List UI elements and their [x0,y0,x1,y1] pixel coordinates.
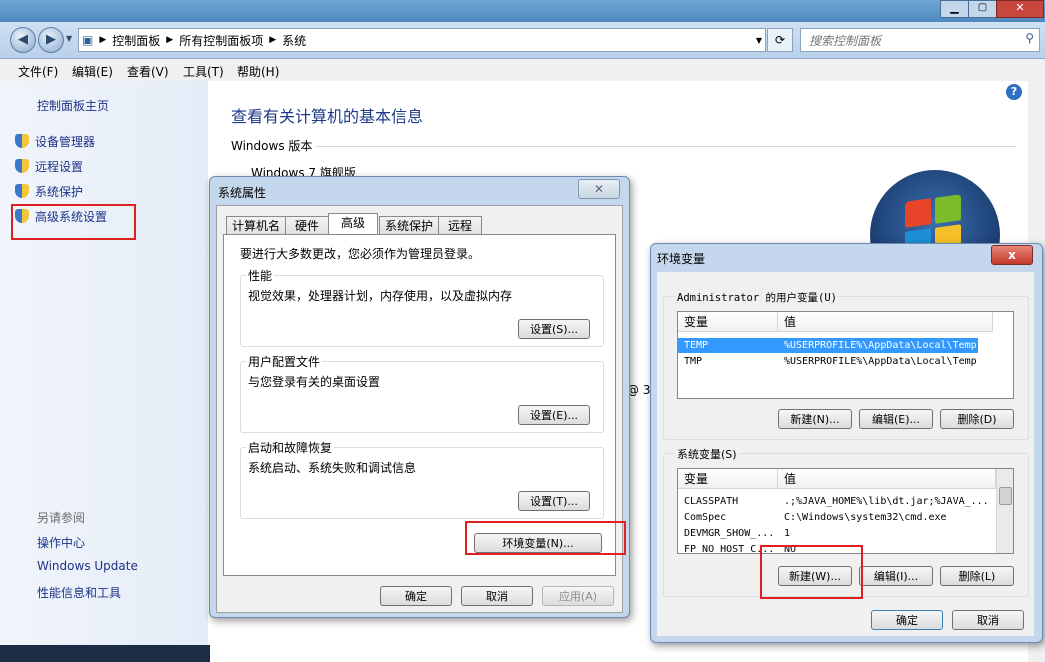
tab-remote[interactable]: 远程 [438,216,482,235]
apply-button[interactable]: 应用(A) [542,586,614,606]
table-row[interactable]: DEVMGR_SHOW_... 1 [678,526,996,541]
close-button[interactable]: x [991,245,1033,265]
table-row[interactable]: ComSpec C:\Windows\system32\cmd.exe [678,510,996,525]
forward-button[interactable]: ▶ [38,27,64,53]
user-profiles-desc: 与您登录有关的桌面设置 [248,375,381,389]
breadcrumb-separator: ▶ [99,35,107,45]
control-panel-home-link[interactable]: 控制面板主页 [37,97,109,114]
divider [316,146,1016,147]
menu-file[interactable]: 文件(F) [18,63,58,80]
action-center-link[interactable]: 操作中心 [37,534,85,551]
system-variables-list[interactable]: 变量 值 CLASSPATH .;%JAVA_HOME%\lib\dt.jar;… [677,468,1014,554]
search-input[interactable] [807,31,1011,51]
search-box: ⚲ [800,28,1040,52]
edition-heading: Windows 版本 [231,139,313,153]
dialog-title: 环境变量 [657,252,706,266]
dialog-title: 系统属性 [218,186,267,200]
back-arrow-icon: ◀ [18,32,28,47]
scrollbar-thumb[interactable] [999,487,1012,505]
menu-edit[interactable]: 编辑(E) [72,63,113,80]
close-icon: ✕ [593,182,605,196]
page-title: 查看有关计算机的基本信息 [231,107,424,126]
help-icon[interactable]: ? [1006,84,1022,100]
taskbar-fragment [0,645,210,662]
startup-recovery-label: 启动和故障恢复 [246,439,335,456]
menu-view[interactable]: 查看(V) [127,63,169,80]
search-icon[interactable]: ⚲ [1025,31,1034,45]
partial-cpu-text: @ 3 [627,383,651,397]
shield-icon [15,159,29,173]
see-also-title: 另请参阅 [37,511,86,525]
refresh-icon: ⟳ [774,33,786,47]
cancel-button[interactable]: 取消 [952,610,1024,630]
window-titlebar: ▁ ▢ ✕ [0,0,1045,22]
remote-settings-link[interactable]: 远程设置 [15,158,83,175]
performance-info-link[interactable]: 性能信息和工具 [37,584,121,601]
close-button[interactable]: ✕ [578,179,620,199]
column-header-variable[interactable]: 变量 [678,469,778,489]
breadcrumb-control-panel[interactable]: 控制面板 [109,32,163,49]
system-delete-button[interactable]: 删除(L) [940,566,1014,586]
system-variables-label: 系统变量(S) [675,446,739,462]
annotation-highlight [760,545,863,599]
windows-update-link[interactable]: Windows Update [37,559,138,573]
breadcrumb-all-items[interactable]: 所有控制面板项 [176,32,266,49]
system-edit-button[interactable]: 编辑(I)... [859,566,933,586]
breadcrumb-system[interactable]: 系统 [279,32,309,49]
tab-computer-name[interactable]: 计算机名 [226,216,286,235]
list-scrollbar[interactable] [996,469,1013,553]
tab-hardware[interactable]: 硬件 [285,216,329,235]
column-header-value[interactable]: 值 [778,312,993,332]
tab-system-protection[interactable]: 系统保护 [379,216,439,235]
ok-button[interactable]: 确定 [380,586,452,606]
refresh-button[interactable]: ⟳ [767,28,793,52]
startup-recovery-desc: 系统启动、系统失败和调试信息 [248,461,417,475]
maximize-button[interactable]: ▢ [968,0,997,18]
system-protection-link[interactable]: 系统保护 [15,183,83,200]
close-icon: x [1008,248,1016,262]
forward-arrow-icon: ▶ [46,32,56,47]
task-sidebar: 控制面板主页 设备管理器 远程设置 系统保护 高级系统设置 另请参阅 操作中心 … [0,81,208,662]
menu-help[interactable]: 帮助(H) [237,63,279,80]
tab-advanced[interactable]: 高级 [328,213,378,236]
breadcrumb-separator: ▶ [166,35,174,45]
address-dropdown-icon[interactable]: ▼ [753,36,765,45]
menu-tools[interactable]: 工具(T) [183,63,224,80]
user-variables-list[interactable]: 变量 值 TEMP %USERPROFILE%\AppData\Local\Te… [677,311,1014,399]
address-bar[interactable]: ▣ ▶ 控制面板 ▶ 所有控制面板项 ▶ 系统 ▼ [78,28,766,52]
window-close-button[interactable]: ✕ [996,0,1044,18]
startup-recovery-settings-button[interactable]: 设置(T)... [518,491,590,511]
shield-icon [15,134,29,148]
shield-icon [15,184,29,198]
table-row[interactable]: CLASSPATH .;%JAVA_HOME%\lib\dt.jar;%JAVA… [678,494,996,509]
cancel-button[interactable]: 取消 [461,586,533,606]
performance-settings-button[interactable]: 设置(S)... [518,319,590,339]
table-row[interactable]: TEMP %USERPROFILE%\AppData\Local\Temp [678,338,978,353]
table-row[interactable]: TMP %USERPROFILE%\AppData\Local\Temp [678,354,993,369]
annotation-highlight [465,521,626,555]
user-variables-label: Administrator 的用户变量(U) [675,290,839,305]
user-new-button[interactable]: 新建(N)... [778,409,852,429]
column-header-value[interactable]: 值 [778,469,996,489]
performance-desc: 视觉效果，处理器计划，内存使用，以及虚拟内存 [248,289,513,303]
control-panel-icon: ▣ [82,33,94,47]
menu-bar: 文件(F) 编辑(E) 查看(V) 工具(T) 帮助(H) [0,59,1045,82]
user-delete-button[interactable]: 删除(D) [940,409,1014,429]
ok-button[interactable]: 确定 [871,610,943,630]
breadcrumb-separator: ▶ [269,35,277,45]
annotation-highlight [11,204,136,240]
admin-note: 要进行大多数更改，您必须作为管理员登录。 [240,247,481,261]
minimize-button[interactable]: ▁ [940,0,969,18]
performance-label: 性能 [246,267,275,284]
device-manager-link[interactable]: 设备管理器 [15,133,95,150]
recent-pages-dropdown[interactable]: ▼ [66,34,72,43]
user-profiles-label: 用户配置文件 [246,353,323,370]
user-profiles-settings-button[interactable]: 设置(E)... [518,405,590,425]
column-header-variable[interactable]: 变量 [678,312,778,332]
user-edit-button[interactable]: 编辑(E)... [859,409,933,429]
back-button[interactable]: ◀ [10,27,36,53]
